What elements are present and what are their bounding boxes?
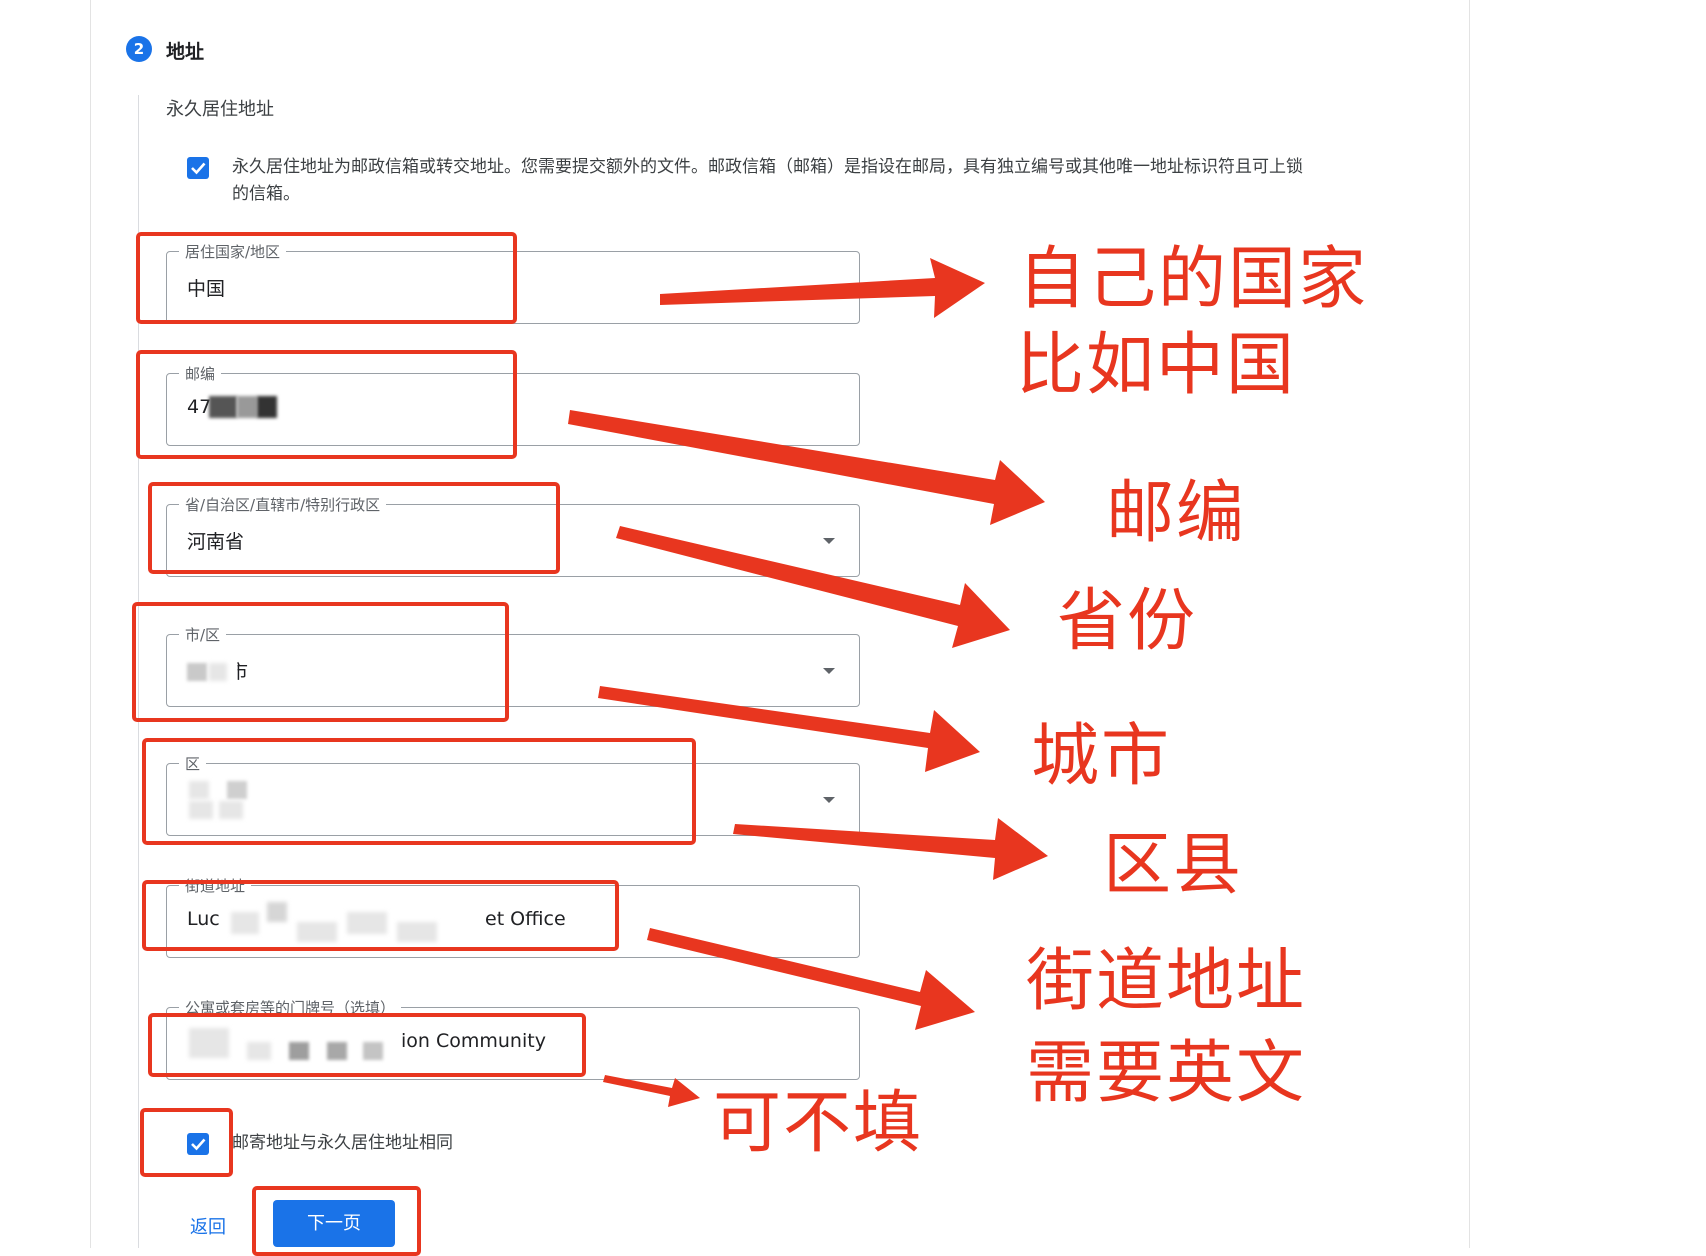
arrow-city bbox=[598, 686, 980, 772]
arrow-country bbox=[660, 258, 985, 318]
arrow-district bbox=[733, 818, 1048, 880]
annotation-street-line1: 街道地址 bbox=[1026, 942, 1307, 1021]
annotation-country-line1: 自己的国家 bbox=[1018, 240, 1369, 319]
annotation-district: 区县 bbox=[1103, 826, 1244, 905]
arrow-province bbox=[616, 526, 1010, 648]
annotation-optional: 可不填 bbox=[713, 1084, 924, 1163]
annotation-city: 城市 bbox=[1031, 717, 1172, 796]
annotation-province: 省份 bbox=[1057, 582, 1198, 661]
annotation-street-line2: 需要英文 bbox=[1026, 1034, 1307, 1113]
annotation-arrows bbox=[568, 258, 1048, 1107]
annotation-country-line2: 比如中国 bbox=[1016, 326, 1297, 405]
arrow-optional bbox=[603, 1075, 700, 1107]
arrow-postal bbox=[568, 410, 1045, 525]
annotation-postal: 邮编 bbox=[1106, 474, 1247, 553]
arrow-street bbox=[647, 928, 975, 1030]
